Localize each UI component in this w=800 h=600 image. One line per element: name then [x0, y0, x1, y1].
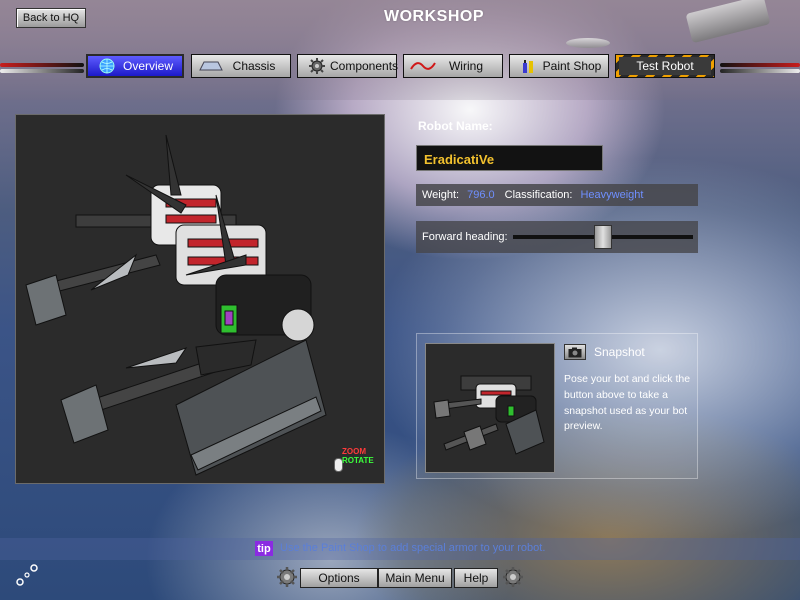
tab-label: Chassis: [232, 59, 276, 73]
spaceship-decoration: [566, 38, 610, 48]
page-title: WORKSHOP: [384, 8, 484, 25]
tab-label: Paint Shop: [542, 59, 602, 73]
snapshot-camera-button[interactable]: [564, 344, 586, 360]
tab-overview[interactable]: Overview: [86, 54, 184, 78]
classification-value: Heavyweight: [580, 189, 644, 201]
paint-icon: [516, 58, 542, 74]
help-button[interactable]: Help: [454, 568, 498, 588]
tab-label: Wiring: [448, 59, 483, 73]
snapshot-preview: [425, 343, 555, 473]
forward-heading-label: Forward heading:: [422, 231, 508, 243]
cable-decoration: [0, 63, 84, 67]
cable-decoration: [720, 69, 800, 73]
snapshot-instructions: Pose your bot and click the button above…: [564, 373, 691, 433]
tab-wiring[interactable]: Wiring: [403, 54, 503, 78]
tab-label: Components: [330, 59, 399, 73]
robot-name-label: Robot Name:: [418, 119, 493, 133]
robot-3d-viewport[interactable]: ZOOM ROTATE: [15, 114, 385, 484]
robot-preview-image: [433, 375, 545, 455]
robot-model: [25, 134, 327, 476]
controls-hint: ZOOM ROTATE: [336, 447, 374, 465]
camera-icon: [568, 347, 582, 357]
gear-icon: [277, 567, 297, 587]
tab-label: Overview: [122, 59, 173, 73]
robot-stats: Weight: 796.0 Classification: Heavyweigh…: [416, 184, 698, 206]
options-button[interactable]: Options: [300, 568, 378, 588]
cable-decoration: [720, 63, 800, 67]
snapshot-title: Snapshot: [594, 345, 645, 359]
wire-icon: [410, 58, 436, 74]
tab-paint-shop[interactable]: Paint Shop: [509, 54, 609, 78]
weight-value: 796.0: [467, 189, 495, 201]
tab-label: Test Robot: [619, 57, 711, 75]
snapshot-panel: Snapshot Pose your bot and click the but…: [416, 333, 698, 479]
zoom-hint: ZOOM: [342, 447, 366, 456]
gear-icon: [304, 58, 330, 74]
test-robot-button[interactable]: Test Robot: [615, 54, 715, 78]
heading-slider-thumb[interactable]: [594, 225, 612, 249]
weight-label: Weight:: [422, 189, 460, 201]
back-to-hq-button[interactable]: Back to HQ: [16, 8, 86, 28]
robot-name-field[interactable]: EradicatiVe: [416, 145, 603, 171]
globe-icon: [94, 58, 120, 74]
cable-decoration: [0, 69, 84, 73]
chassis-icon: [198, 58, 224, 74]
tab-chassis[interactable]: Chassis: [191, 54, 291, 78]
forward-heading-control: Forward heading:: [416, 221, 698, 253]
tab-components[interactable]: Components: [297, 54, 398, 78]
tip-badge: tip: [255, 541, 273, 556]
main-menu-button[interactable]: Main Menu: [378, 568, 452, 588]
rotate-hint: ROTATE: [342, 456, 374, 465]
gear-icon: [503, 567, 523, 587]
connection-dots-icon: [16, 564, 38, 586]
classification-label: Classification:: [504, 189, 573, 201]
tip-text: Use the Paint Shop to add special armor …: [280, 542, 546, 554]
